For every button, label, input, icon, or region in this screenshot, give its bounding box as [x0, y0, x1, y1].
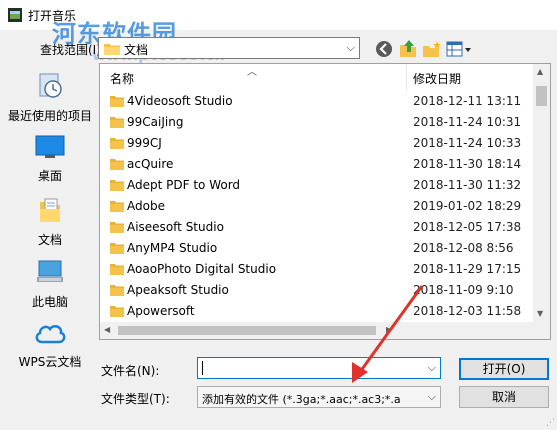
open-button[interactable]: 打开(O): [459, 358, 549, 380]
file-date: 2018-11-24 10:33: [413, 136, 522, 150]
folder-icon: [110, 159, 124, 170]
file-date: 2018-12-08 8:56: [413, 241, 514, 255]
view-menu-button[interactable]: [446, 40, 472, 58]
table-row[interactable]: Adept PDF to Word 2018-11-30 11:32: [100, 175, 534, 196]
documents-icon: [40, 198, 60, 222]
table-row[interactable]: Aiseesoft Studio 2018-12-05 17:38: [100, 217, 534, 238]
file-name: acQuire: [127, 157, 174, 171]
column-header-name[interactable]: 名称: [110, 70, 134, 87]
table-row[interactable]: 999CJ 2018-11-24 10:33: [100, 133, 534, 154]
vertical-scrollbar[interactable]: ▲ ▼: [533, 64, 550, 322]
folder-icon: [110, 243, 124, 254]
column-divider[interactable]: [406, 64, 407, 90]
file-name: 99CaiJing: [127, 115, 184, 129]
table-row[interactable]: 4Videosoft Studio 2018-12-11 13:11: [100, 91, 534, 112]
new-folder-icon: [423, 41, 441, 57]
file-date: 2018-11-29 17:15: [413, 262, 522, 276]
file-name: Adept PDF to Word: [127, 178, 241, 192]
place-desktop[interactable]: 桌面: [0, 134, 100, 184]
place-documents[interactable]: 文档: [0, 196, 100, 248]
vertical-scroll-thumb[interactable]: [536, 86, 547, 106]
table-row[interactable]: 99CaiJing 2018-11-24 10:31: [100, 112, 534, 133]
table-row[interactable]: AoaoPhoto Digital Studio 2018-11-29 17:15: [100, 259, 534, 280]
desktop-icon: [35, 135, 65, 158]
folder-icon: [110, 306, 124, 317]
file-name: 999CJ: [127, 136, 162, 150]
view-grid-icon: [446, 41, 471, 57]
chevron-down-icon: ⌵: [346, 41, 355, 54]
chevron-down-icon[interactable]: ⌵: [428, 361, 436, 375]
lookin-dropdown[interactable]: 文档 ⌵: [98, 37, 360, 59]
back-button[interactable]: [375, 40, 395, 58]
file-date: 2018-11-24 10:31: [413, 115, 522, 129]
folder-icon: [110, 222, 124, 233]
file-date: 2019-01-02 18:29: [413, 199, 522, 213]
file-date: 2018-11-09 9:10: [413, 283, 514, 297]
place-wps-cloud[interactable]: WPS云文档: [0, 320, 100, 370]
table-row[interactable]: AnyMP4 Studio 2018-12-08 8:56: [100, 238, 534, 259]
up-folder-icon: [400, 40, 416, 57]
place-recent[interactable]: 最近使用的项目: [0, 72, 100, 124]
cloud-icon: [35, 324, 66, 344]
place-this-pc[interactable]: 此电脑: [0, 258, 100, 310]
new-folder-button[interactable]: [422, 40, 442, 58]
horizontal-scroll-thumb[interactable]: [118, 326, 376, 335]
text-caret: [202, 361, 203, 375]
filename-label: 文件名(N):: [101, 364, 160, 378]
file-name: AoaoPhoto Digital Studio: [127, 262, 277, 276]
places-bar: 最近使用的项目 桌面 文档 此电脑 WPS云文档: [0, 62, 100, 388]
scroll-up-icon[interactable]: ▲: [537, 67, 543, 76]
folder-icon: [110, 138, 124, 149]
file-name: Adobe: [127, 199, 165, 213]
place-label: 桌面: [37, 169, 62, 183]
scroll-right-icon[interactable]: ▶: [386, 325, 392, 334]
folder-icon: [110, 180, 124, 191]
file-name: Apeaksoft Studio: [127, 283, 229, 297]
file-list[interactable]: ︿ 名称 修改日期 4Videosoft Studio 2018-12-11 13…: [99, 63, 551, 340]
scroll-down-icon[interactable]: ▼: [537, 309, 543, 318]
place-label: WPS云文档: [18, 355, 82, 369]
recent-items-icon: [39, 73, 62, 98]
folder-icon: [110, 201, 124, 212]
filetype-value: 添加有效的文件 (*.3ga;*.aac;*.ac3;*.a: [202, 393, 401, 406]
folder-icon: [110, 96, 124, 107]
column-header-date[interactable]: 修改日期: [413, 70, 461, 87]
filetype-select[interactable]: 添加有效的文件 (*.3ga;*.aac;*.ac3;*.a ⌵: [197, 386, 441, 408]
resize-grip-icon[interactable]: ⋰: [546, 418, 555, 428]
file-name: 4Videosoft Studio: [127, 94, 233, 108]
place-label: 此电脑: [31, 295, 68, 309]
filetype-label: 文件类型(T):: [101, 392, 170, 406]
file-date: 2018-12-03 11:58: [413, 304, 522, 318]
place-label: 最近使用的项目: [7, 109, 92, 123]
sort-ascending-icon: ︿: [247, 67, 257, 78]
file-date: 2018-11-30 11:32: [413, 178, 522, 192]
table-row[interactable]: Apowersoft 2018-12-03 11:58: [100, 301, 534, 322]
cancel-button[interactable]: 取消: [459, 386, 549, 408]
folder-icon: [110, 285, 124, 296]
up-folder-button[interactable]: [399, 40, 419, 58]
folder-icon: [104, 44, 120, 55]
file-date: 2018-12-11 13:11: [413, 94, 522, 108]
folder-icon: [110, 117, 124, 128]
scroll-left-icon[interactable]: ◀: [104, 325, 110, 334]
lookin-value: 文档: [124, 43, 149, 57]
list-header: ︿ 名称 修改日期: [100, 64, 534, 90]
computer-icon: [37, 260, 63, 282]
app-icon: [8, 8, 22, 22]
table-row[interactable]: acQuire 2018-11-30 18:14: [100, 154, 534, 175]
horizontal-scrollbar[interactable]: ◀ ▶: [100, 322, 550, 339]
file-name: Apowersoft: [127, 304, 195, 318]
filename-input[interactable]: ⌵: [197, 357, 441, 379]
chevron-down-icon: ⌵: [427, 390, 436, 403]
lookin-label: 查找范围(I):: [40, 43, 105, 57]
table-row[interactable]: Adobe 2019-01-02 18:29: [100, 196, 534, 217]
table-row[interactable]: Apeaksoft Studio 2018-11-09 9:10: [100, 280, 534, 301]
back-arrow-icon: [376, 41, 392, 57]
file-name: Aiseesoft Studio: [127, 220, 224, 234]
folder-icon: [110, 264, 124, 275]
place-label: 文档: [37, 233, 62, 247]
file-date: 2018-11-30 18:14: [413, 157, 522, 171]
file-name: AnyMP4 Studio: [127, 241, 218, 255]
file-date: 2018-12-05 17:38: [413, 220, 522, 234]
